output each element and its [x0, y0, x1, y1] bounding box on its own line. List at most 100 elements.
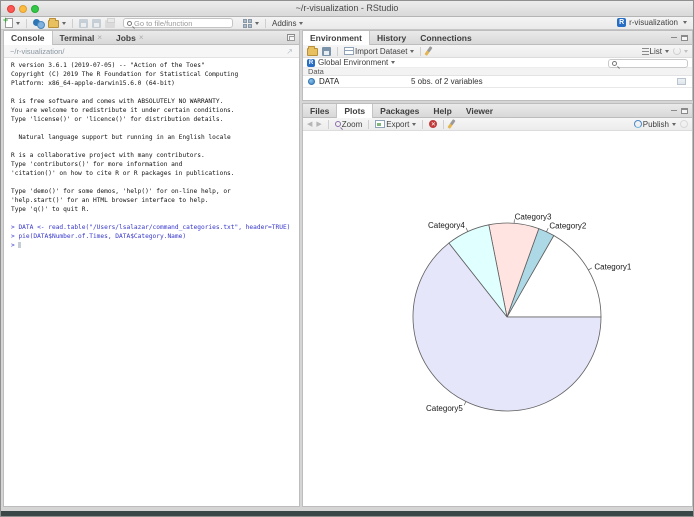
maximize-pane-icon[interactable] [287, 34, 295, 41]
tab-packages-label: Packages [380, 105, 420, 116]
next-plot-button[interactable]: ▶ [316, 120, 321, 128]
environment-tabbar: Environment History Connections [303, 31, 692, 45]
data-object-icon[interactable] [308, 78, 315, 85]
chevron-down-icon [391, 61, 396, 64]
print-button[interactable] [105, 18, 115, 28]
clear-workspace-button[interactable] [424, 46, 434, 56]
object-summary: 5 obs. of 2 variables [411, 77, 483, 86]
maximize-pane-icon[interactable] [681, 34, 688, 41]
title-bar: ~/r-visualization - RStudio [1, 1, 693, 17]
save-all-button[interactable] [92, 18, 101, 28]
plots-pane: Files Plots Packages Help Viewer ◀ ▶ Zoo… [302, 103, 693, 507]
object-name[interactable]: DATA [319, 77, 411, 86]
console-pathbar: ~/r-visualization/ [4, 45, 299, 58]
tab-connections[interactable]: Connections [413, 31, 478, 44]
tab-viewer-label: Viewer [465, 105, 494, 116]
zoom-plot-button[interactable]: Zoom [334, 120, 362, 129]
toolbar-separator [443, 119, 445, 129]
view-table-icon[interactable] [677, 78, 686, 85]
pie-label-tick [465, 227, 469, 232]
export-plot-button[interactable]: Export [375, 120, 417, 129]
plot-area: Category1 Category2 Category3 Category4 Cate… [303, 131, 692, 506]
open-in-files-icon[interactable] [286, 47, 293, 56]
refresh-plots-button[interactable] [680, 120, 688, 128]
console-line: Type 'contributors()' for more informati… [11, 161, 183, 168]
data-section-header: Data [303, 67, 692, 76]
environment-scope-row: R Global Environment [303, 58, 692, 68]
previous-plot-button[interactable]: ◀ [307, 120, 312, 128]
console-line: Type 'q()' to quit R. [11, 206, 90, 213]
tab-terminal-label: Terminal [59, 32, 95, 43]
tab-environment[interactable]: Environment [303, 31, 370, 45]
chevron-down-icon [410, 49, 415, 53]
plots-toolbar: ◀ ▶ Zoom Export Publish [303, 118, 692, 131]
tab-plots-label: Plots [344, 106, 366, 116]
save-icon [322, 46, 331, 56]
environment-view-mode-button[interactable]: List [641, 46, 669, 56]
project-menu-button[interactable]: R r-visualization [617, 18, 687, 27]
publish-button[interactable]: Publish [633, 120, 676, 129]
remove-plot-button[interactable] [429, 120, 438, 128]
tab-console[interactable]: Console [4, 31, 53, 45]
toolbar-separator [72, 18, 73, 28]
addins-button[interactable]: Addins [272, 19, 304, 28]
chevron-down-icon [684, 49, 688, 53]
tab-plots[interactable]: Plots [336, 104, 374, 118]
tab-packages[interactable]: Packages [373, 104, 426, 117]
clear-plots-button[interactable] [447, 119, 456, 129]
pane-layout-button[interactable] [243, 18, 259, 28]
maximize-pane-icon[interactable] [681, 107, 688, 114]
toolbar-separator [368, 119, 370, 129]
toolbar-separator [422, 119, 424, 129]
minimize-pane-icon[interactable] [671, 37, 677, 38]
tab-history[interactable]: History [370, 31, 413, 44]
pie-chart: Category1 Category2Category3 Category4 Cate… [412, 212, 632, 413]
plots-tabbar: Files Plots Packages Help Viewer [303, 104, 692, 118]
new-file-button[interactable] [3, 15, 20, 28]
console-line: > [11, 241, 299, 250]
tab-terminal[interactable]: Terminal [53, 31, 109, 44]
environment-object-row[interactable]: DATA 5 obs. of 2 variables [303, 76, 692, 88]
tab-jobs-label: Jobs [116, 32, 136, 43]
pie-label: Category5 [426, 404, 463, 413]
load-workspace-button[interactable] [307, 46, 318, 56]
environment-scope-button[interactable]: Global Environment [318, 58, 396, 67]
goto-file-input[interactable] [134, 18, 224, 28]
tab-connections-label: Connections [420, 32, 472, 43]
list-view-label: List [649, 46, 662, 56]
import-dataset-button[interactable]: Import Dataset [344, 47, 415, 56]
environment-search-input[interactable] [619, 59, 685, 67]
r-project-icon: R [617, 18, 627, 27]
save-icon [79, 18, 88, 28]
console-cursor [18, 242, 22, 248]
console-line: R version 3.6.1 (2019-07-05) -- "Action … [11, 62, 205, 69]
minimize-pane-icon[interactable] [671, 110, 677, 111]
console-line: 'help.start()' for an HTML browser inter… [11, 197, 209, 204]
open-file-button[interactable] [48, 18, 66, 28]
search-icon [127, 20, 132, 26]
console-output[interactable]: R version 3.6.1 (2019-07-05) -- "Action … [4, 58, 299, 250]
chevron-down-icon [16, 21, 20, 25]
tab-help[interactable]: Help [426, 104, 458, 117]
tab-files[interactable]: Files [303, 104, 336, 117]
console-tabbar: Console Terminal Jobs [4, 31, 299, 45]
pie-label-tick [463, 401, 467, 406]
tab-viewer[interactable]: Viewer [459, 104, 500, 117]
list-view-icon [641, 47, 649, 55]
save-button[interactable] [79, 18, 88, 28]
broom-icon [447, 119, 456, 129]
export-image-icon [375, 120, 386, 128]
tab-jobs[interactable]: Jobs [109, 31, 151, 44]
close-icon[interactable] [139, 33, 144, 42]
chevron-down-icon [672, 122, 676, 126]
new-project-button[interactable] [33, 18, 45, 29]
save-workspace-button[interactable] [322, 46, 331, 56]
console-line: You are welcome to redistribute it under… [11, 107, 235, 114]
zoom-icon [334, 121, 341, 127]
toolbar-separator [420, 46, 422, 56]
pie-label: Category4 [428, 221, 465, 230]
close-icon[interactable] [97, 33, 102, 42]
refresh-environment-button[interactable] [673, 47, 688, 55]
